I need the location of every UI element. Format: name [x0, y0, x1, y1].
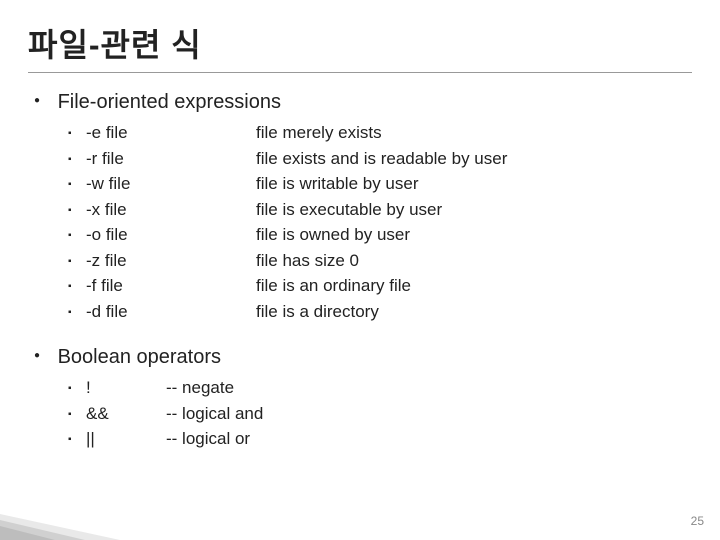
- square-bullet-icon: [68, 222, 86, 248]
- item-operator: -r file: [86, 146, 256, 172]
- item-description: file exists and is readable by user: [256, 146, 692, 172]
- item-operator: -x file: [86, 197, 256, 223]
- list-item: -f filefile is an ordinary file: [68, 273, 692, 299]
- square-bullet-icon: [68, 197, 86, 223]
- square-bullet-icon: [68, 171, 86, 197]
- list-item: -w filefile is writable by user: [68, 171, 692, 197]
- list-item: -x filefile is executable by user: [68, 197, 692, 223]
- decorative-wedge-icon: [0, 506, 120, 540]
- square-bullet-icon: [68, 120, 86, 146]
- item-description: -- logical or: [166, 426, 692, 452]
- item-description: file is an ordinary file: [256, 273, 692, 299]
- section-heading: Boolean operators: [34, 346, 692, 369]
- section-boolean-operators: Boolean operators !-- negate &&-- logica…: [28, 346, 692, 452]
- list-item: -z filefile has size 0: [68, 248, 692, 274]
- item-description: file merely exists: [256, 120, 692, 146]
- item-description: file is a directory: [256, 299, 692, 325]
- section-file-expressions: File-oriented expressions -e filefile me…: [28, 91, 692, 324]
- square-bullet-icon: [68, 273, 86, 299]
- item-operator: -d file: [86, 299, 256, 325]
- item-operator: -e file: [86, 120, 256, 146]
- item-operator: -z file: [86, 248, 256, 274]
- square-bullet-icon: [68, 146, 86, 172]
- list-item: ||-- logical or: [68, 426, 692, 452]
- item-operator: -o file: [86, 222, 256, 248]
- item-description: -- logical and: [166, 401, 692, 427]
- page-number: 25: [691, 514, 704, 528]
- section-heading-text: Boolean operators: [58, 346, 221, 368]
- item-description: -- negate: [166, 375, 692, 401]
- item-list: -e filefile merely exists -r filefile ex…: [34, 120, 692, 324]
- item-operator: !: [86, 375, 166, 401]
- square-bullet-icon: [68, 401, 86, 427]
- item-operator: -w file: [86, 171, 256, 197]
- item-operator: ||: [86, 426, 166, 452]
- item-operator: &&: [86, 401, 166, 427]
- slide: 파일-관련 식 File-oriented expressions -e fil…: [0, 0, 720, 540]
- section-heading: File-oriented expressions: [34, 91, 692, 114]
- square-bullet-icon: [68, 426, 86, 452]
- page-title: 파일-관련 식: [28, 20, 692, 66]
- list-item: -r filefile exists and is readable by us…: [68, 146, 692, 172]
- list-item: !-- negate: [68, 375, 692, 401]
- title-divider: [28, 72, 692, 73]
- section-heading-text: File-oriented expressions: [58, 91, 281, 113]
- square-bullet-icon: [68, 299, 86, 325]
- item-operator: -f file: [86, 273, 256, 299]
- square-bullet-icon: [68, 375, 86, 401]
- square-bullet-icon: [68, 248, 86, 274]
- item-description: file is executable by user: [256, 197, 692, 223]
- list-item: &&-- logical and: [68, 401, 692, 427]
- item-description: file has size 0: [256, 248, 692, 274]
- item-list: !-- negate &&-- logical and ||-- logical…: [34, 375, 692, 452]
- item-description: file is writable by user: [256, 171, 692, 197]
- list-item: -e filefile merely exists: [68, 120, 692, 146]
- item-description: file is owned by user: [256, 222, 692, 248]
- list-item: -d filefile is a directory: [68, 299, 692, 325]
- list-item: -o filefile is owned by user: [68, 222, 692, 248]
